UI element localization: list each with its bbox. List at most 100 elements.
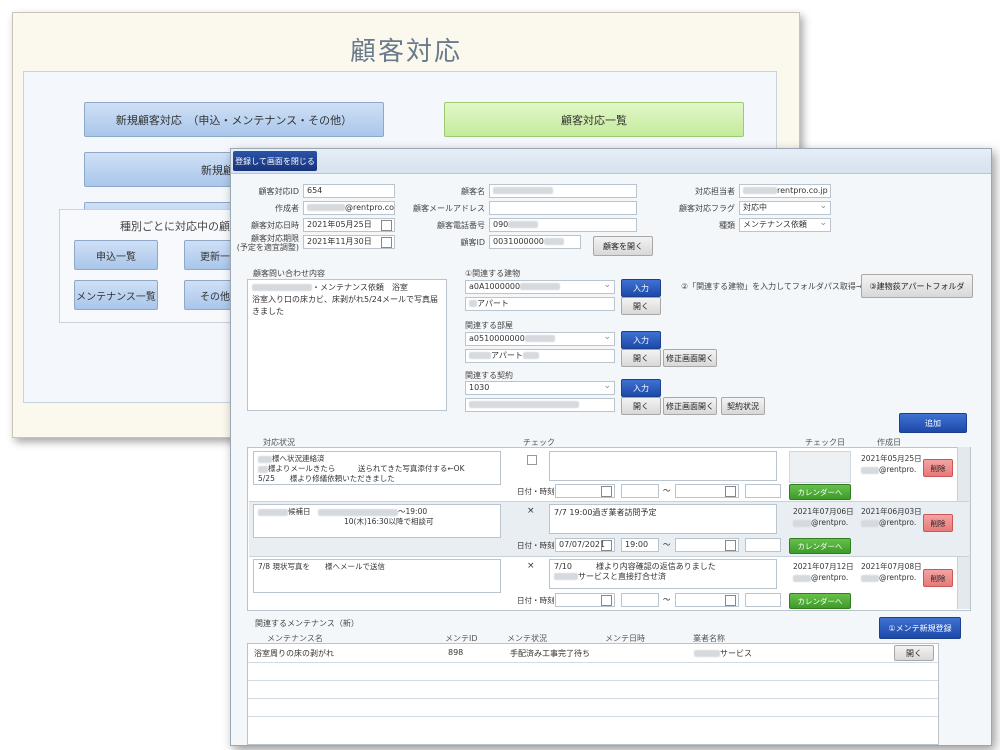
- calendar-icon[interactable]: [725, 486, 736, 497]
- new-maintenance-button[interactable]: ①メンテ新規登録: [879, 617, 961, 639]
- table-row: 候補日 ～19:00 10(木)16:30以降で相談可 × 7/7 19:00過…: [249, 502, 969, 557]
- room-input-button[interactable]: 入力: [621, 331, 661, 349]
- check-date: 2021年07月06日: [793, 507, 854, 516]
- calendar-icon[interactable]: [601, 540, 612, 551]
- customer-response-list-button[interactable]: 顧客対応一覧: [444, 102, 744, 137]
- assignee-field[interactable]: rentpro.co.jp: [739, 184, 831, 198]
- label-contract: 関連する契約: [465, 371, 513, 380]
- check-textarea[interactable]: 7/7 19:00過ぎ業者訪問予定: [549, 504, 777, 534]
- customer-email-field[interactable]: [489, 201, 637, 215]
- check-mark[interactable]: ×: [527, 506, 535, 516]
- calendar-icon[interactable]: [601, 486, 612, 497]
- check-checkbox[interactable]: [527, 455, 537, 465]
- calendar-button[interactable]: カレンダーへ: [789, 484, 851, 500]
- apply-list-button[interactable]: 申込一覧: [74, 240, 158, 270]
- building-select[interactable]: a0A1000000: [465, 280, 615, 294]
- label-kind: 種類: [719, 221, 735, 230]
- maint-open-button[interactable]: 開く: [894, 645, 934, 661]
- end-date-field[interactable]: [675, 538, 739, 552]
- delete-button[interactable]: 削除: [923, 459, 953, 477]
- building-input-button[interactable]: 入力: [621, 279, 661, 297]
- calendar-icon[interactable]: [725, 595, 736, 606]
- label-creator: 作成者: [275, 204, 299, 213]
- check-mark[interactable]: ×: [527, 561, 535, 571]
- contract-select[interactable]: 1030: [465, 381, 615, 395]
- building-open-button[interactable]: 開く: [621, 297, 661, 315]
- calendar-button[interactable]: カレンダーへ: [789, 593, 851, 609]
- end-date-field[interactable]: [675, 484, 739, 498]
- new-customer-response-button[interactable]: 新規顧客対応 （申込・メンテナンス・その他）: [84, 102, 384, 137]
- contract-edit-open-button[interactable]: 修正画面開く: [663, 397, 717, 415]
- end-time-field[interactable]: [745, 593, 781, 607]
- label-customer-email: 顧客メールアドレス: [413, 204, 485, 213]
- datetime-label: 日付・時刻: [517, 487, 555, 496]
- customer-name-field[interactable]: [489, 184, 637, 198]
- status-textarea[interactable]: 7/8 現状写真を 様へメールで送信: [253, 559, 501, 593]
- end-time-field[interactable]: [745, 484, 781, 498]
- calendar-icon[interactable]: [381, 220, 392, 231]
- label-room: 関連する部屋: [465, 321, 513, 330]
- end-date-field[interactable]: [675, 593, 739, 607]
- status-textarea[interactable]: 様へ状況連絡済 様よりメールきたら 送られてきた写真添付する←OK 5/25 様…: [253, 451, 501, 485]
- datetime-label: 日付・時刻: [517, 541, 555, 550]
- delete-button[interactable]: 削除: [923, 569, 953, 587]
- label-response-id: 顧客対応ID: [258, 187, 299, 196]
- created-by: @rentpro.: [861, 573, 916, 582]
- response-deadline-field[interactable]: 2021年11月30日: [303, 235, 395, 249]
- contract-status-button[interactable]: 契約状況: [721, 397, 765, 415]
- inquiry-textarea[interactable]: ・メンテナンス依頼 浴室 浴室入り口の床カビ、床剥がれ5/24メールで写真届きま…: [247, 279, 447, 411]
- check-date-box: [789, 451, 851, 483]
- customer-id-field[interactable]: 0031000000: [489, 235, 581, 249]
- calendar-icon[interactable]: [725, 540, 736, 551]
- status-textarea[interactable]: 候補日 ～19:00 10(木)16:30以降で相談可: [253, 504, 501, 538]
- label-response-deadline: 顧客対応期限 (予定を適宜調整): [236, 234, 299, 253]
- time-field[interactable]: 19:00: [621, 538, 659, 552]
- created-date: 2021年07月08日: [861, 562, 922, 571]
- add-row-button[interactable]: 追加: [899, 413, 967, 433]
- save-and-close-button[interactable]: 登録して画面を閉じる: [233, 151, 317, 171]
- date-field[interactable]: [555, 593, 615, 607]
- label-inquiry: 顧客問い合わせ内容: [253, 269, 325, 278]
- contract-input-button[interactable]: 入力: [621, 379, 661, 397]
- range-tilde: 〜: [663, 540, 671, 549]
- check-textarea[interactable]: [549, 451, 777, 481]
- calendar-button[interactable]: カレンダーへ: [789, 538, 851, 554]
- maintenance-row[interactable]: 浴室周りの床の剥がれ 898 手配済み工事完了待ち サービス 開く: [248, 644, 938, 663]
- room-open-button[interactable]: 開く: [621, 349, 661, 367]
- room-select[interactable]: a0510000000: [465, 332, 615, 346]
- end-time-field[interactable]: [745, 538, 781, 552]
- creator-field[interactable]: @rentpro.co.jp: [303, 201, 395, 215]
- check-by: @rentpro.: [793, 573, 848, 582]
- calendar-icon[interactable]: [601, 595, 612, 606]
- response-date-field[interactable]: 2021年05月25日: [303, 218, 395, 232]
- label-response-date: 顧客対応日時: [251, 221, 299, 230]
- time-field[interactable]: [621, 593, 659, 607]
- response-id-field[interactable]: 654: [303, 184, 395, 198]
- created-date: 2021年05月25日: [861, 454, 922, 463]
- table-divider: [248, 698, 938, 699]
- table-divider: [248, 716, 938, 717]
- kind-select[interactable]: メンテナンス依頼: [739, 218, 831, 232]
- date-field[interactable]: [555, 484, 615, 498]
- category-panel-title: 種別ごとに対応中の顧: [120, 220, 230, 233]
- response-flag-select[interactable]: 対応中: [739, 201, 831, 215]
- time-field[interactable]: [621, 484, 659, 498]
- delete-button[interactable]: 削除: [923, 514, 953, 532]
- contract-open-button[interactable]: 開く: [621, 397, 661, 415]
- datetime-label: 日付・時刻: [517, 596, 555, 605]
- table-divider: [248, 680, 938, 681]
- created-by: @rentpro.: [861, 518, 916, 527]
- customer-phone-field[interactable]: 090: [489, 218, 637, 232]
- calendar-icon[interactable]: [381, 237, 392, 248]
- date-field[interactable]: 07/07/2021: [555, 538, 615, 552]
- building-name-field: アパート: [465, 297, 615, 311]
- customer-response-detail-window: 登録して画面を閉じる 顧客対応ID 654 作成者 @rentpro.co.jp…: [230, 148, 992, 746]
- room-edit-open-button[interactable]: 修正画面開く: [663, 349, 717, 367]
- label-customer-id: 顧客ID: [460, 238, 485, 247]
- label-customer-name: 顧客名: [461, 187, 485, 196]
- building-folder-button[interactable]: ③建物荻アパートフォルダ: [861, 274, 973, 298]
- check-textarea[interactable]: 7/10 様より内容確認の返信ありました サービスと直接打合せ済: [549, 559, 777, 589]
- maintenance-table: 浴室周りの床の剥がれ 898 手配済み工事完了待ち サービス 開く: [247, 643, 939, 745]
- open-customer-button[interactable]: 顧客を開く: [593, 236, 653, 256]
- maintenance-list-button[interactable]: メンテナンス一覧: [74, 280, 158, 310]
